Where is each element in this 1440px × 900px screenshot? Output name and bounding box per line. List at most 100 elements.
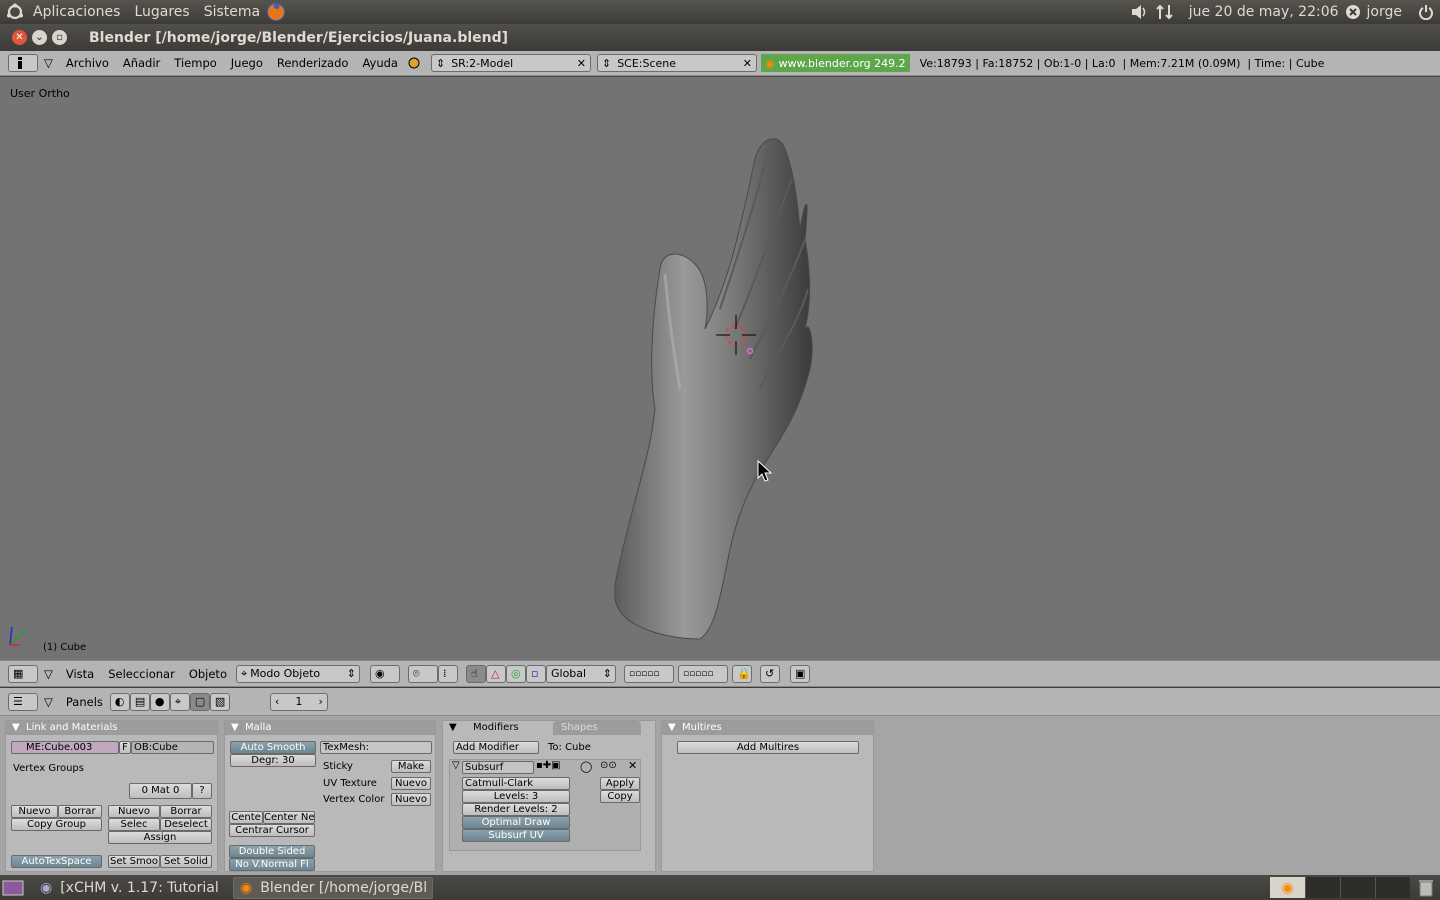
close-window-button[interactable]: ✕	[12, 30, 27, 45]
menu-archivo[interactable]: Archivo	[59, 56, 116, 70]
material-assign-button[interactable]: Assign	[108, 831, 212, 844]
panel-link-materials-header[interactable]: ▼ Link and Materials	[6, 721, 217, 735]
buttons-collapse-icon[interactable]: ▽	[44, 695, 53, 709]
show-desktop-icon[interactable]	[2, 879, 24, 897]
hand-mesh[interactable]	[600, 129, 830, 641]
firefox-icon[interactable]	[265, 1, 287, 23]
vertex-color-new-button[interactable]: Nuevo	[391, 793, 431, 806]
auto-smooth-toggle[interactable]: Auto Smooth	[230, 741, 316, 754]
frame-next-icon[interactable]: ›	[318, 695, 322, 708]
material-help-button[interactable]: ?	[192, 783, 212, 799]
panel-multires-header[interactable]: ▼ Multires	[662, 721, 873, 735]
uv-texture-new-button[interactable]: Nuevo	[391, 777, 431, 790]
vgroup-delete-button[interactable]: Borrar	[58, 805, 102, 818]
workspace-4[interactable]	[1375, 877, 1410, 898]
copy-group-button[interactable]: Copy Group	[11, 818, 102, 831]
network-icon[interactable]	[1155, 3, 1175, 21]
material-delete-button[interactable]: Borrar	[160, 805, 212, 818]
render-preview-icon[interactable]: ▣	[789, 664, 810, 683]
orientation-selector[interactable]: Global ⇕	[545, 664, 616, 683]
lock-layers-icon[interactable]: 🔒	[731, 664, 752, 683]
render-engine-icon[interactable]	[407, 56, 421, 70]
menu-seleccionar[interactable]: Seleccionar	[101, 667, 182, 681]
panel-malla-header[interactable]: ▼ Malla	[225, 721, 435, 735]
layer-buttons-1[interactable]: ▫▫▫▫▫	[623, 664, 674, 683]
double-sided-toggle[interactable]: Double Sided	[229, 845, 315, 858]
menu-renderizado[interactable]: Renderizado	[270, 56, 356, 70]
levels-field[interactable]: Levels: 3	[462, 790, 570, 803]
volume-icon[interactable]	[1129, 3, 1149, 21]
pivot-selector[interactable]: ⌾	[407, 664, 438, 683]
scene-selector[interactable]: ⇕ SCE:Scene ✕	[596, 54, 757, 72]
3d-viewport[interactable]: User Ortho (1) Cube	[0, 76, 1440, 660]
viewport-window-type-selector[interactable]: ▦	[8, 664, 38, 683]
menu-juego[interactable]: Juego	[224, 56, 270, 70]
rotate-manipulator-icon[interactable]: ◎	[505, 664, 526, 683]
power-icon[interactable]	[1418, 4, 1434, 20]
shading-context-icon[interactable]: ●	[149, 692, 170, 711]
maximize-window-button[interactable]: ▫	[52, 30, 67, 45]
center-button[interactable]: Cente	[229, 811, 263, 824]
material-select-button[interactable]: Selec	[108, 818, 160, 831]
object-context-icon[interactable]: ⌖	[169, 692, 190, 711]
set-smooth-button[interactable]: Set Smoo	[108, 855, 160, 868]
workspace-3[interactable]	[1340, 877, 1375, 898]
sticky-make-button[interactable]: Make	[391, 760, 431, 773]
scale-manipulator-icon[interactable]: ▫	[525, 664, 546, 683]
window-title-bar[interactable]: ✕ ⌄ ▫ Blender [/home/jorge/Blender/Ejerc…	[0, 24, 1440, 51]
trash-icon[interactable]	[1418, 878, 1434, 897]
menu-aplicaciones[interactable]: Aplicaciones	[28, 4, 125, 20]
menu-anadir[interactable]: Añadir	[116, 56, 167, 70]
delete-scene-icon[interactable]: ✕	[743, 57, 752, 70]
fake-user-toggle[interactable]: F	[119, 741, 131, 754]
tab-modifiers[interactable]: Modifiers	[473, 722, 519, 733]
task-blender[interactable]: ◉ Blender [/home/jorge/Bl...	[233, 876, 433, 899]
buttons-window-type-selector[interactable]: ☰	[8, 692, 38, 711]
workspace-switcher[interactable]: ◉	[1270, 877, 1410, 898]
version-link[interactable]: ◉ www.blender.org 249.2	[760, 54, 910, 72]
collapse-menu-triangle-icon[interactable]: ▽	[44, 56, 53, 70]
subdivision-type-selector[interactable]: Catmull-Clark	[462, 777, 570, 790]
opengl-render-icon[interactable]: ↺	[759, 664, 780, 683]
workspace-1[interactable]: ◉	[1270, 877, 1305, 898]
draw-type-selector[interactable]: ◉	[369, 664, 400, 683]
script-context-icon[interactable]: ▤	[129, 692, 150, 711]
frame-counter[interactable]: ‹ 1 ›	[269, 692, 328, 711]
modifier-cage-icon[interactable]: ◯	[580, 760, 592, 773]
frame-prev-icon[interactable]: ‹	[275, 695, 279, 708]
subsurf-name-field[interactable]: Subsurf	[462, 761, 534, 774]
ubuntu-logo-icon[interactable]	[6, 3, 24, 21]
material-deselect-button[interactable]: Deselect	[160, 818, 212, 831]
translate-manipulator-icon[interactable]: △	[485, 664, 506, 683]
modifier-apply-button[interactable]: Apply	[600, 777, 640, 790]
scene-context-icon[interactable]: ▧	[209, 692, 230, 711]
optimal-draw-toggle[interactable]: Optimal Draw	[462, 816, 570, 829]
manipulator-toggle[interactable]: ☝	[465, 664, 486, 683]
workspace-2[interactable]	[1305, 877, 1340, 898]
tab-shapes[interactable]: Shapes	[553, 721, 641, 735]
screen-selector[interactable]: ⇕ SR:2-Model ✕	[430, 54, 591, 72]
subsurf-uv-toggle[interactable]: Subsurf UV	[462, 829, 570, 842]
subsurf-collapse-icon[interactable]: ▽	[452, 760, 460, 771]
menu-vista[interactable]: Vista	[59, 667, 101, 681]
layer-buttons-2[interactable]: ▫▫▫▫▫	[677, 664, 728, 683]
smooth-degree-field[interactable]: Degr: 30	[230, 754, 316, 767]
vgroup-new-button[interactable]: Nuevo	[11, 805, 58, 818]
logic-context-icon[interactable]: ◐	[109, 692, 130, 711]
menu-objeto[interactable]: Objeto	[182, 667, 234, 681]
object-name-field[interactable]: OB:Cube	[131, 741, 214, 754]
add-modifier-button[interactable]: Add Modifier	[453, 741, 539, 754]
center-new-button[interactable]: Center Ne	[263, 811, 315, 824]
modifier-render-icon[interactable]: ▪✚▣	[536, 760, 561, 771]
modifier-copy-button[interactable]: Copy	[600, 790, 640, 803]
center-cursor-button[interactable]: Centrar Cursor	[229, 824, 315, 837]
no-vnormal-flip-toggle[interactable]: No V.Normal Fl	[229, 858, 315, 871]
task-xchm[interactable]: ◉ [xCHM v. 1.17: Tutorial ...	[34, 877, 230, 899]
clock[interactable]: jue 20 de may, 22:06	[1189, 4, 1339, 20]
user-menu[interactable]: jorge	[1367, 4, 1402, 20]
menu-tiempo[interactable]: Tiempo	[167, 56, 223, 70]
set-solid-button[interactable]: Set Solid	[160, 855, 212, 868]
menu-ayuda[interactable]: Ayuda	[355, 56, 405, 70]
editing-context-icon[interactable]: ▢	[189, 692, 210, 711]
modifier-delete-icon[interactable]: ✕	[628, 759, 637, 772]
